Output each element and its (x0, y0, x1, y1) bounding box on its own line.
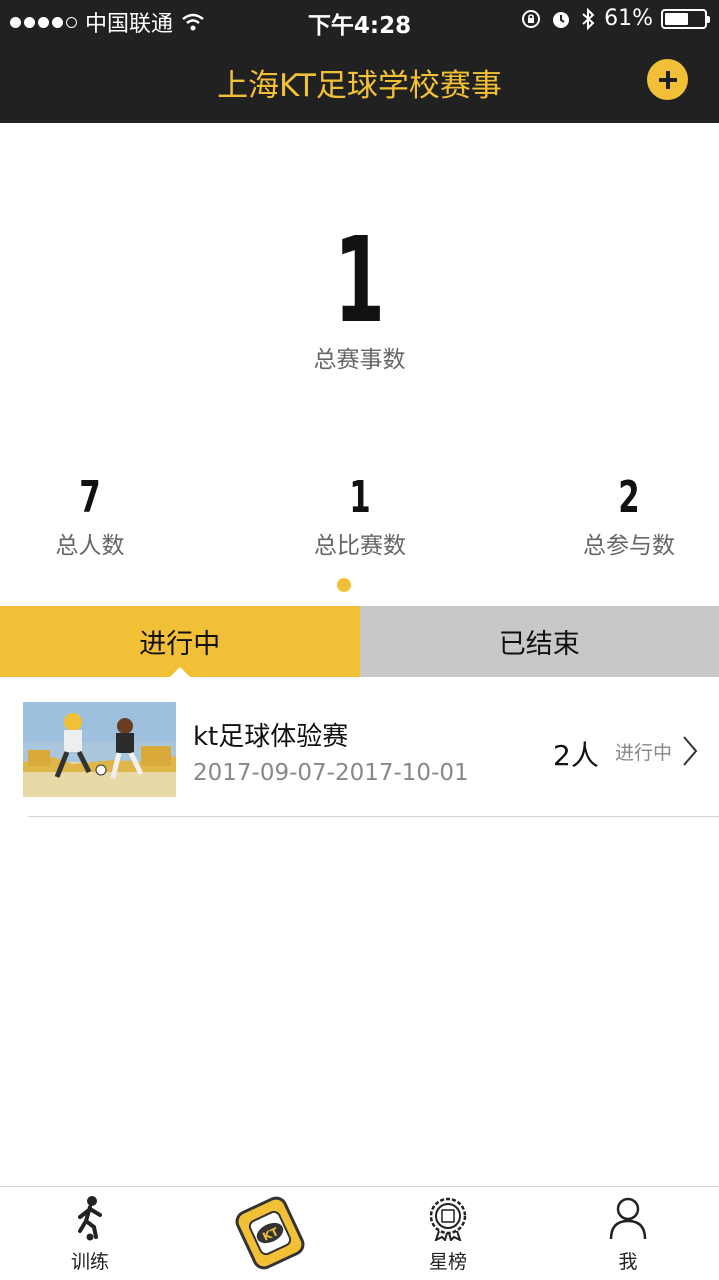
bottom-tab-training[interactable]: 训练 (30, 1187, 150, 1280)
stat-total-matches: 1 总比赛数 (260, 470, 460, 560)
page-indicator-dot[interactable] (337, 578, 351, 592)
bottom-tab-me[interactable]: 我 (568, 1187, 688, 1280)
event-participant-count: 2人 (553, 739, 599, 772)
event-status: 进行中 (615, 742, 673, 764)
event-thumbnail (23, 702, 176, 797)
bottom-tab-label: 训练 (70, 1251, 109, 1273)
total-events-value: 1 (334, 211, 385, 349)
alarm-icon (553, 11, 570, 28)
plus-icon (658, 70, 677, 89)
stat-total-people: 7 总人数 (0, 470, 190, 560)
bottom-tab-label: 星榜 (428, 1251, 467, 1273)
bottom-tab-home[interactable]: KT (210, 1187, 330, 1280)
bottom-tab-label: 我 (618, 1251, 638, 1273)
total-matches-label: 总比赛数 (314, 533, 406, 559)
kt-logo-icon: KT (235, 1196, 305, 1270)
total-matches-value: 1 (349, 472, 371, 523)
total-people-value: 7 (79, 472, 101, 523)
tab-ongoing[interactable]: 进行中 (0, 606, 360, 677)
bottom-tab-bar: 训练 KT 星榜 我 (0, 1186, 719, 1280)
page-title: 上海KT足球学校赛事 (217, 68, 502, 104)
total-people-label: 总人数 (55, 533, 125, 559)
battery-icon (661, 8, 710, 29)
add-button[interactable] (647, 59, 688, 100)
status-right: 61% (520, 6, 710, 31)
tab-finished[interactable]: 已结束 (359, 606, 719, 677)
status-bar: 中国联通 下午4:28 61% (0, 0, 719, 40)
chevron-right-icon (683, 736, 698, 766)
total-events-label: 总赛事数 (313, 347, 406, 373)
status-tabs: 进行中 已结束 (0, 606, 719, 677)
bottom-tab-ranking[interactable]: 星榜 (388, 1187, 508, 1280)
stat-total-participation: 2 总参与数 (529, 470, 719, 560)
bluetooth-icon (582, 7, 595, 30)
battery-percent: 61% (604, 6, 653, 31)
event-title: kt足球体验赛 (193, 722, 349, 752)
ranking-badge-icon (429, 1197, 467, 1241)
total-participation-value: 2 (618, 472, 640, 523)
event-date-range: 2017-09-07-2017-10-01 (193, 760, 469, 786)
nav-bar: 上海KT足球学校赛事 (0, 40, 719, 123)
event-list-item[interactable]: kt足球体验赛 2017-09-07-2017-10-01 2人 进行中 (0, 680, 719, 817)
rotation-lock-icon (522, 9, 541, 28)
list-divider (28, 816, 719, 817)
user-icon (609, 1197, 647, 1240)
total-participation-label: 总参与数 (583, 533, 675, 559)
soccer-player-icon (78, 1196, 102, 1241)
